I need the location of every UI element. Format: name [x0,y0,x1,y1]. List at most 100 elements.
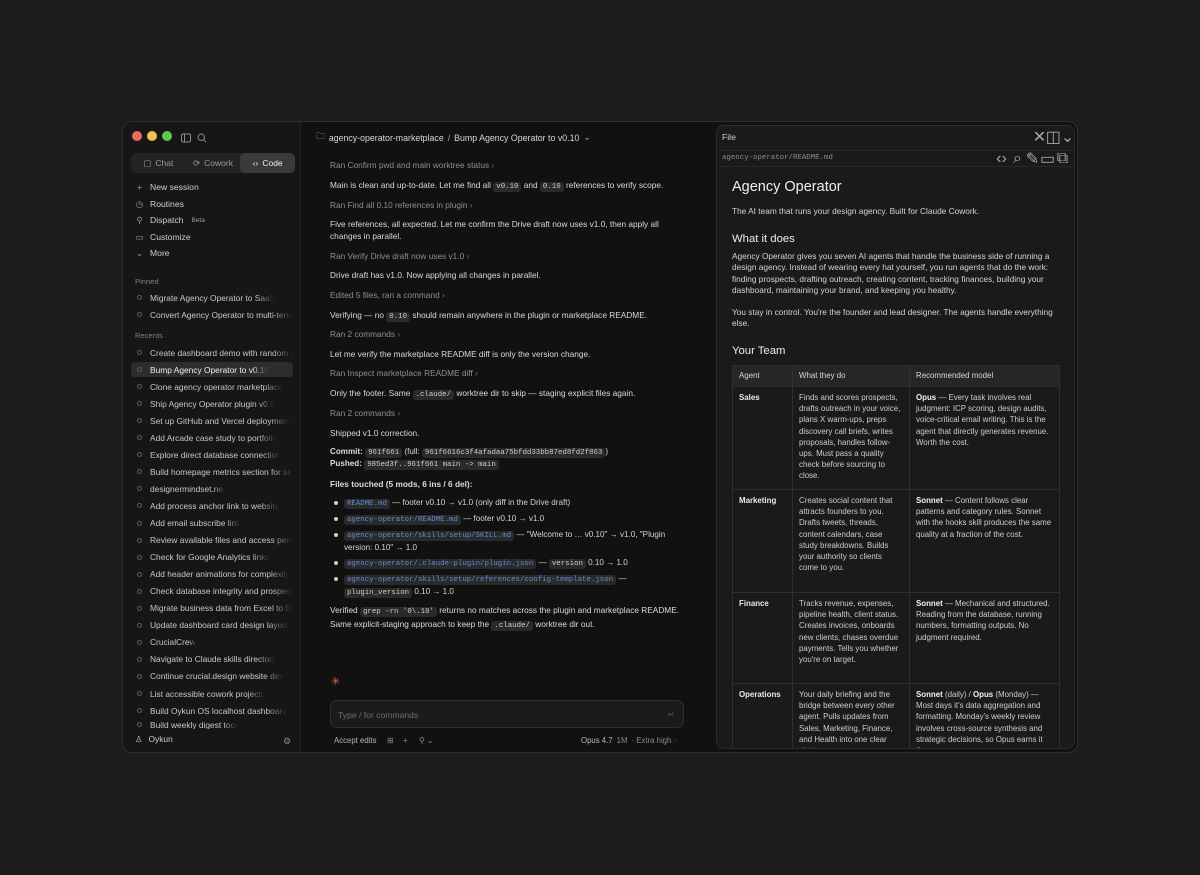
assistant-message: Main is clean and up-to-date. Let me fin… [330,180,664,192]
copy-icon[interactable]: ⧉ [1057,150,1068,167]
code-icon: ‹› [252,158,259,168]
code-view-icon[interactable]: ‹› [996,150,1007,167]
table-header: Recommended model [909,365,1060,387]
briefcase-icon: ▭ [135,231,144,242]
folder-icon[interactable]: ▭ [1040,151,1055,168]
session-dot-icon [137,469,142,475]
recent-session-item[interactable]: Migrate business data from Excel to DB [131,601,293,616]
tab-cowork[interactable]: ⟳ Cowork [186,153,241,173]
nav-dispatch[interactable]: ⚲ Dispatch Beta [135,214,205,226]
session-dot-icon [137,295,142,300]
session-dot-icon [137,622,142,628]
recent-session-item[interactable]: Ship Agency Operator plugin v0.9 [131,396,293,411]
close-window-button[interactable] [132,131,142,141]
file-change-item: agency-operator/README.md — footer v0.10… [330,513,690,526]
attach-icon[interactable]: ⊞ [387,736,394,745]
recent-session-item[interactable]: Build homepage metrics section for site [131,464,293,479]
tool-call-summary[interactable]: Edited 5 files, ran a command [330,289,690,301]
microphone-icon[interactable]: ⚲ ⌄ [419,736,433,745]
nav-routines[interactable]: ◷ Routines [135,198,184,210]
session-title[interactable]: Bump Agency Operator to v0.10 [454,133,579,143]
enter-icon[interactable]: ↵ [668,709,675,720]
layout-toggle-icon[interactable]: ◫⌄ [1046,129,1074,146]
recent-session-item[interactable]: Update dashboard card design layout [131,618,293,633]
recent-session-item[interactable]: Add header animations for complexity [131,567,293,582]
add-icon[interactable]: + [403,736,408,745]
beta-badge: Beta [191,216,205,224]
model-selector[interactable]: Opus 4.7 1M · Extra high [581,736,671,745]
plus-icon: + [136,182,143,192]
folder-icon: 🗀 [316,131,325,141]
recent-session-item[interactable]: Bump Agency Operator to v0.10 [131,362,293,378]
nav-new-session[interactable]: + New session [135,181,199,193]
table-row: Finance Tracks revenue, expenses, pipelin… [732,592,1060,684]
recent-session-item[interactable]: Add process anchor link to website [131,498,293,513]
doc-heading: Your Team [732,345,786,357]
session-dot-icon [137,384,142,390]
session-dot-icon [137,588,142,594]
recent-session-item[interactable]: designermindset.net [131,481,293,496]
session-dot-icon [137,418,142,424]
assistant-message: Five references, all expected. Let me co… [330,219,659,241]
pinned-item[interactable]: Migrate Agency Operator to SaaS [131,290,293,305]
table-header: Agent [732,365,793,387]
assistant-message: Only the footer. Same .claude/ worktree … [330,388,636,400]
recent-session-item[interactable]: List accessible cowork projects [131,686,293,701]
edit-icon[interactable]: ✎ [1026,151,1039,168]
recent-session-item[interactable]: Add email subscribe link [131,516,293,531]
zoom-window-button[interactable] [162,131,172,141]
team-table: Agent What they do Recommended model Sal… [732,365,1060,748]
project-name[interactable]: agency-operator-marketplace [329,133,444,143]
doc-paragraph: Agency Operator gives you seven AI agent… [732,251,1050,295]
recent-session-item[interactable]: Set up GitHub and Vercel deployment [131,413,293,428]
minimize-window-button[interactable] [147,131,157,141]
recent-session-item[interactable]: Continue crucial.design website dev [131,669,293,684]
recent-session-item[interactable]: Build weekly digest tool [131,720,293,729]
mode-tabs: ▢ Chat ⟳ Cowork ‹› Code [131,153,296,173]
assistant-message: Verified grep -rn '0\.10' returns no mat… [330,605,680,631]
recent-session-item[interactable]: CrucialCrew [131,635,293,650]
tool-call-summary[interactable]: Ran 2 commands [330,407,690,419]
thinking-spark-icon: ✳ [331,676,341,688]
prompt-input[interactable]: Type / for commands ↵ [330,700,684,728]
tool-call-summary[interactable]: Ran Find all 0.10 references in plugin [330,199,690,211]
tool-call-summary[interactable]: Ran Confirm pwd and main worktree status [330,159,690,171]
recent-session-item[interactable]: Check database integrity and prospects [131,584,293,599]
nav-customize[interactable]: ▭ Customize [135,231,190,243]
session-dot-icon [137,691,142,696]
session-dot-icon [137,554,142,560]
accept-edits-toggle[interactable]: Accept edits [334,736,376,745]
chevron-down-icon: ⌄ [135,247,144,258]
assistant-message: Let me verify the marketplace README dif… [330,349,591,359]
recent-session-item[interactable]: Review available files and access permis… [131,533,293,548]
recent-session-item[interactable]: Create dashboard demo with random data [131,345,293,360]
recent-session-item[interactable]: Explore direct database connection [131,447,293,462]
doc-paragraph: You stay in control. You're the founder … [732,307,1053,329]
sidebar-toggle-icon[interactable] [181,130,193,143]
session-dot-icon [137,367,142,373]
recent-session-item[interactable]: Check for Google Analytics links [131,550,293,565]
search-icon[interactable]: ⌕ [1013,150,1022,167]
conversation-pane: 🗀 agency-operator-marketplace / Bump Age… [302,122,715,752]
nav-more[interactable]: ⌄ More [135,247,170,259]
tool-call-summary[interactable]: Ran Verify Drive draft now uses v1.0 [330,250,690,262]
recent-session-item[interactable]: Navigate to Claude skills directory [131,652,293,667]
session-dot-icon [137,708,142,714]
search-icon[interactable] [197,130,209,143]
recent-session-item[interactable]: Add Arcade case study to portfolio [131,430,293,445]
tool-call-summary[interactable]: Ran 2 commands [330,328,690,340]
session-dot-icon [137,503,142,509]
user-profile[interactable]: ♙ Oykun [135,734,173,744]
session-dot-icon [137,452,142,458]
pinned-item[interactable]: Convert Agency Operator to multi-tenant [131,307,293,322]
close-icon[interactable]: ✕ [1033,129,1046,146]
file-preview-panel: File ✕ ◫⌄ agency-operator/README.md ‹› ⌕… [716,125,1075,749]
chevron-down-icon[interactable]: ⌄ [583,132,590,143]
assistant-message: Shipped v1.0 correction. [330,428,420,438]
tool-call-summary[interactable]: Ran Inspect marketplace README diff [330,367,690,379]
tab-chat[interactable]: ▢ Chat [131,153,186,173]
settings-icon[interactable]: ⚙ [283,736,295,748]
tab-code[interactable]: ‹› Code [240,153,296,173]
recent-session-item[interactable]: Build Oykun OS localhost dashboard [131,703,293,718]
recent-session-item[interactable]: Clone agency operator marketplace [131,379,293,394]
